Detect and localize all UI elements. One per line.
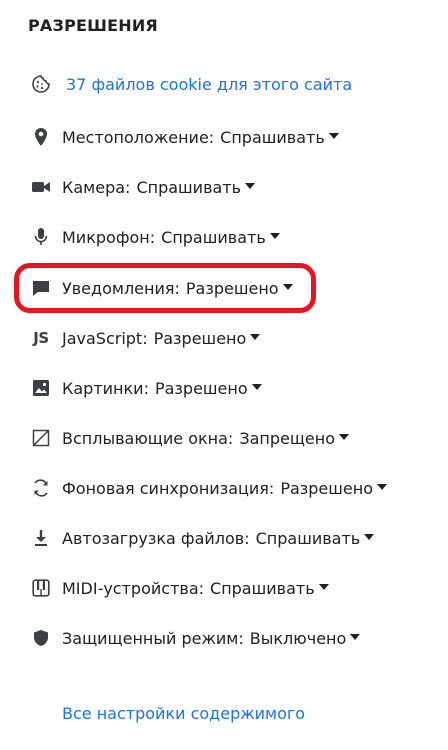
- sync-icon: [30, 477, 52, 499]
- permission-select-auto-downloads[interactable]: Спрашивать: [256, 529, 375, 548]
- permission-select-notifications[interactable]: Разрешено: [186, 279, 293, 298]
- permission-row-notifications: Уведомления: Разрешено: [30, 263, 293, 313]
- permission-value: Разрешено: [153, 328, 247, 348]
- cookies-link-row[interactable]: 37 файлов cookie для этого сайта: [30, 72, 352, 96]
- popup-blocked-icon: [30, 427, 52, 449]
- permission-select-midi[interactable]: Спрашивать: [210, 579, 329, 598]
- permission-value: Спрашивать: [220, 127, 325, 147]
- location-pin-icon: [30, 126, 52, 148]
- permission-value: Спрашивать: [161, 227, 266, 247]
- permission-value: Спрашивать: [255, 528, 361, 548]
- microphone-icon: [30, 226, 52, 248]
- permission-row-location: Местоположение: Спрашивать: [30, 112, 339, 162]
- permission-label: Картинки:: [62, 378, 149, 398]
- permission-label: Фоновая синхронизация:: [62, 478, 275, 498]
- permission-value: Разрешено: [185, 278, 279, 298]
- permission-value: Спрашивать: [210, 578, 315, 598]
- permission-row-microphone: Микрофон: Спрашивать: [30, 212, 280, 262]
- shield-icon: [30, 627, 52, 649]
- permission-label: Уведомления:: [62, 278, 180, 298]
- cookie-icon: [30, 73, 52, 95]
- permission-label: Местоположение:: [62, 127, 215, 147]
- permission-row-javascript: JS JavaScript: Разрешено: [30, 313, 261, 363]
- permission-select-javascript[interactable]: Разрешено: [154, 329, 261, 348]
- caret-down-icon: [282, 284, 293, 290]
- caret-down-icon: [328, 133, 339, 139]
- caret-down-icon: [269, 233, 280, 239]
- permission-label: Камера:: [62, 177, 131, 197]
- permission-select-location[interactable]: Спрашивать: [220, 128, 339, 147]
- caret-down-icon: [251, 384, 262, 390]
- cookies-link[interactable]: 37 файлов cookie для этого сайта: [66, 75, 352, 94]
- download-icon: [30, 527, 52, 549]
- caret-down-icon: [318, 584, 329, 590]
- permission-label: Микрофон:: [62, 227, 156, 247]
- caret-down-icon: [364, 534, 375, 540]
- camera-icon: [30, 176, 52, 198]
- permission-select-popups[interactable]: Запрещено: [239, 429, 349, 448]
- caret-down-icon: [339, 434, 349, 440]
- permission-value: Разрешено: [154, 378, 248, 398]
- permission-label: Автозагрузка файлов:: [62, 528, 250, 548]
- permission-select-microphone[interactable]: Спрашивать: [161, 228, 280, 247]
- permission-label: JavaScript:: [62, 328, 148, 348]
- image-icon: [30, 377, 52, 399]
- permission-row-auto-downloads: Автозагрузка файлов: Спрашивать: [30, 513, 375, 563]
- permission-label: MIDI-устройства:: [62, 578, 205, 598]
- permission-select-background-sync[interactable]: Разрешено: [280, 478, 388, 498]
- permission-select-camera[interactable]: Спрашивать: [136, 177, 256, 197]
- caret-down-icon: [377, 484, 388, 490]
- permission-row-images: Картинки: Разрешено: [30, 363, 262, 413]
- permission-row-midi: MIDI-устройства: Спрашивать: [30, 563, 329, 613]
- permission-row-protected-mode: Защищенный режим: Выключено: [30, 613, 361, 663]
- permission-select-protected-mode[interactable]: Выключено: [250, 629, 361, 648]
- caret-down-icon: [245, 183, 256, 189]
- permission-label: Защищенный режим:: [62, 628, 244, 648]
- permission-row-camera: Камера: Спрашивать: [30, 162, 256, 212]
- permission-row-popups: Всплывающие окна: Запрещено: [30, 413, 349, 463]
- notification-bubble-icon: [30, 277, 52, 299]
- permission-select-images[interactable]: Разрешено: [155, 379, 262, 398]
- permission-value: Запрещено: [239, 428, 335, 448]
- permission-value: Выключено: [249, 628, 347, 648]
- caret-down-icon: [350, 634, 361, 640]
- midi-piano-icon: [30, 577, 52, 599]
- javascript-icon: JS: [33, 329, 49, 347]
- permission-value: Спрашивать: [136, 177, 242, 197]
- caret-down-icon: [250, 334, 261, 340]
- all-content-settings-link[interactable]: Все настройки содержимого: [62, 704, 305, 723]
- permission-value: Разрешено: [280, 478, 374, 498]
- section-title: РАЗРЕШЕНИЯ: [28, 16, 158, 35]
- permission-row-background-sync: Фоновая синхронизация: Разрешено: [30, 463, 388, 513]
- permission-label: Всплывающие окна:: [62, 428, 234, 448]
